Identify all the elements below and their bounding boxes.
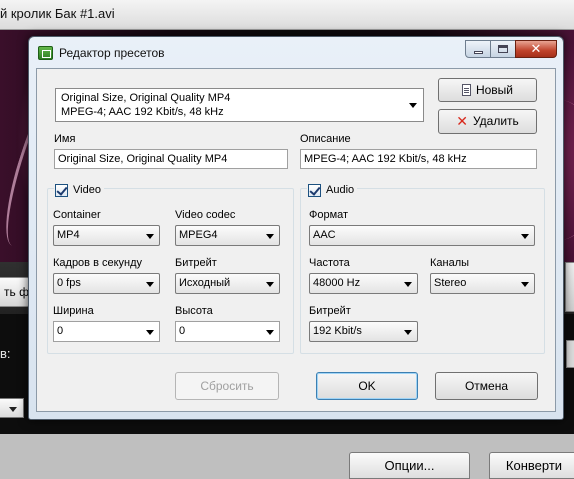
background-label: в: (0, 346, 11, 361)
convert-button-label: Конверти (505, 458, 563, 473)
background-window-title: й кролик Бак #1.avi (0, 6, 115, 21)
minimize-icon (473, 50, 483, 54)
audio-checkbox[interactable] (308, 183, 321, 197)
video-checkbox[interactable] (55, 183, 68, 197)
audio-format-label: Формат (309, 209, 349, 221)
new-document-icon (461, 84, 471, 96)
channels-value: Stereo (434, 277, 467, 289)
new-preset-button[interactable]: Новый (438, 78, 537, 102)
delete-preset-button-label: Удалить (472, 114, 519, 128)
video-bitrate-label: Битрейт (175, 257, 217, 269)
cancel-button[interactable]: Отмена (435, 372, 538, 400)
audio-bitrate-value: 192 Kbit/s (313, 325, 362, 337)
container-value: MP4 (57, 229, 80, 241)
description-label: Описание (300, 133, 351, 145)
frequency-select[interactable]: 48000 Hz (309, 273, 418, 294)
dialog-titlebar[interactable]: Редактор пресетов ✕ (29, 37, 563, 67)
options-button-label: Опции... (384, 458, 435, 473)
chevron-down-icon (521, 234, 529, 239)
cancel-button-label: Отмена (464, 379, 509, 393)
chevron-down-icon (266, 282, 274, 287)
audio-bitrate-label: Битрейт (309, 305, 351, 317)
width-label: Ширина (53, 305, 94, 317)
delete-preset-button[interactable]: ✕ Удалить (438, 109, 537, 134)
width-value: 0 (57, 325, 64, 337)
reset-button-label: Сбросить (200, 379, 254, 393)
preset-summary-text: MPEG-4; AAC 192 Kbit/s, 48 kHz (61, 106, 224, 118)
audio-format-value: AAC (313, 229, 336, 241)
video-codec-value: MPEG4 (179, 229, 218, 241)
audio-group-label: Audio (326, 184, 355, 196)
close-button[interactable]: ✕ (515, 40, 557, 58)
background-dropdown[interactable] (0, 398, 24, 418)
fps-value: 0 fps (57, 277, 81, 289)
background-right-button[interactable] (565, 262, 574, 312)
video-bitrate-value: Исходный (179, 277, 231, 289)
background-right-button-2[interactable] (566, 340, 574, 368)
maximize-icon (498, 45, 508, 53)
add-files-button-label: ть фа (4, 285, 29, 299)
chevron-down-icon (146, 282, 154, 287)
add-files-button[interactable]: ть фа (0, 277, 30, 307)
container-select[interactable]: MP4 (53, 225, 160, 246)
name-field[interactable]: Original Size, Original Quality MP4 (54, 149, 288, 169)
window-controls: ✕ (465, 40, 557, 59)
chevron-down-icon (404, 282, 412, 287)
video-group-label: Video (73, 184, 101, 196)
name-label: Имя (54, 133, 76, 145)
frequency-value: 48000 Hz (313, 277, 361, 289)
width-field[interactable]: 0 (53, 321, 160, 342)
preset-dropdown[interactable]: Original Size, Original Quality MP4 MPEG… (55, 88, 424, 122)
frequency-label: Частота (309, 257, 350, 269)
ok-button-label: OK (358, 379, 376, 393)
audio-bitrate-select[interactable]: 192 Kbit/s (309, 321, 418, 342)
video-codec-label: Video codec (175, 209, 236, 221)
dialog-title: Редактор пресетов (59, 46, 165, 60)
chevron-down-icon[interactable] (266, 330, 274, 335)
container-label: Container (53, 209, 101, 221)
delete-icon: ✕ (456, 114, 468, 130)
preset-name-text: Original Size, Original Quality MP4 (61, 92, 231, 104)
options-button[interactable]: Опции... (349, 452, 470, 479)
chevron-down-icon (404, 330, 412, 335)
preset-editor-dialog: Редактор пресетов ✕ Original Size, Origi… (28, 36, 564, 420)
background-titlebar: й кролик Бак #1.avi (0, 0, 574, 30)
chevron-down-icon (266, 234, 274, 239)
video-group-header: Video (54, 183, 104, 197)
fps-select[interactable]: 0 fps (53, 273, 160, 294)
maximize-button[interactable] (490, 40, 516, 58)
channels-select[interactable]: Stereo (430, 273, 535, 294)
app-icon (38, 46, 53, 60)
ok-button[interactable]: OK (316, 372, 418, 400)
close-icon: ✕ (530, 41, 542, 57)
video-bitrate-select[interactable]: Исходный (175, 273, 280, 294)
height-field[interactable]: 0 (175, 321, 280, 342)
chevron-down-icon (146, 234, 154, 239)
convert-button[interactable]: Конверти (489, 452, 574, 479)
height-label: Высота (175, 305, 213, 317)
chevron-down-icon (409, 103, 417, 108)
chevron-down-icon (521, 282, 529, 287)
channels-label: Каналы (430, 257, 470, 269)
background-bottom-bar (0, 434, 574, 479)
minimize-button[interactable] (465, 40, 491, 58)
audio-group-header: Audio (307, 183, 358, 197)
chevron-down-icon[interactable] (146, 330, 154, 335)
video-codec-select[interactable]: MPEG4 (175, 225, 280, 246)
audio-format-select[interactable]: AAC (309, 225, 535, 246)
dialog-content: Original Size, Original Quality MP4 MPEG… (36, 68, 556, 412)
description-field[interactable]: MPEG-4; AAC 192 Kbit/s, 48 kHz (300, 149, 537, 169)
height-value: 0 (179, 325, 186, 337)
fps-label: Кадров в секунду (53, 257, 143, 269)
reset-button[interactable]: Сбросить (175, 372, 279, 400)
new-preset-button-label: Новый (475, 83, 514, 97)
